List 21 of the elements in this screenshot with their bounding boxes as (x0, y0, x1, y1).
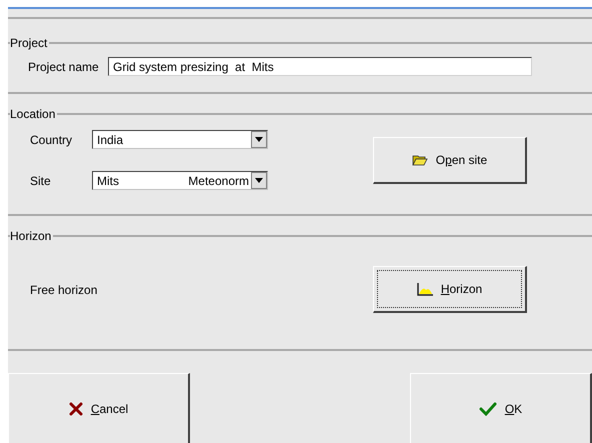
horizon-icon (416, 282, 433, 296)
dialog-button[interactable]: Cancel (8, 373, 190, 443)
horizon-status: Free horizon (30, 282, 98, 298)
dialog-button[interactable]: Open site (373, 136, 527, 184)
dropdown-value: India (97, 132, 124, 148)
dropdown-value: Mits (97, 172, 119, 190)
field-label: Site (30, 172, 52, 190)
folder-icon (412, 154, 428, 166)
dialog-button[interactable]: Horizon (373, 266, 527, 313)
dialog-button[interactable]: OK (410, 373, 592, 443)
checkmark-icon (478, 402, 497, 416)
section-title: Project (10, 37, 48, 49)
dropdown[interactable]: Mits Meteonorm (92, 171, 268, 190)
field-label: Project name (28, 58, 100, 76)
field-label: Country (30, 132, 74, 148)
project-name-field[interactable]: Grid system presizing at Mits (108, 57, 532, 76)
section-title: Horizon (10, 230, 52, 242)
data-source: Meteonorm (188, 172, 249, 190)
section-title: Location (10, 108, 56, 120)
dropdown[interactable]: India (92, 130, 268, 149)
cancel-icon (68, 402, 83, 416)
